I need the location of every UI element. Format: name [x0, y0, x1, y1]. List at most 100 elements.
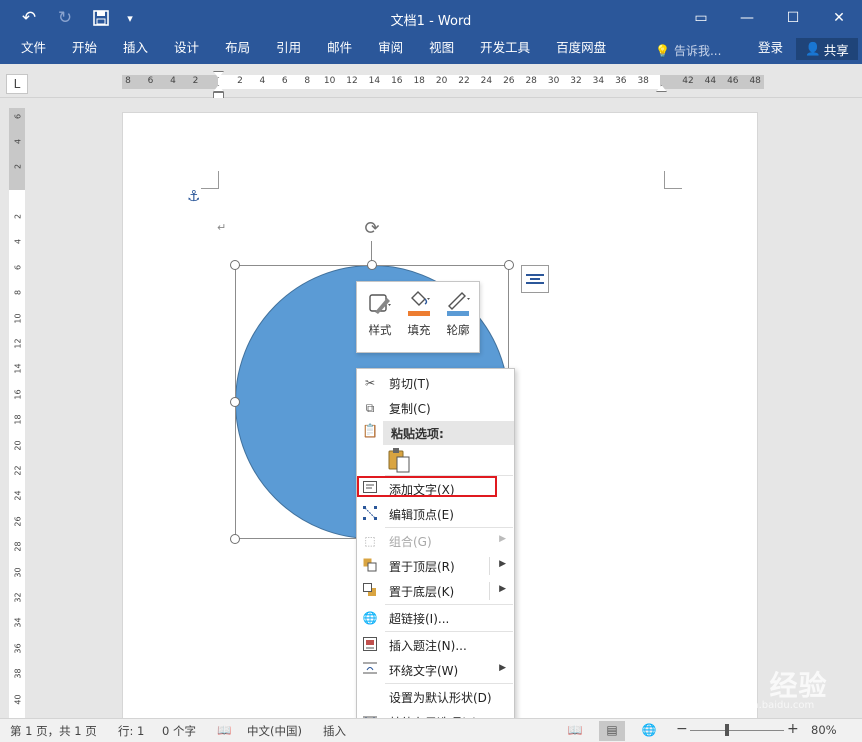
menu-item-bring-to-front[interactable]: 置于顶层(R) ▶ [357, 554, 514, 578]
zoom-in-button[interactable]: + [787, 721, 799, 737]
ruler-number: 34 [592, 76, 605, 86]
language[interactable]: 中文(中国) [247, 723, 302, 739]
paste-keep-formatting-icon[interactable] [387, 447, 411, 473]
ruler-number: 46 [727, 76, 739, 86]
redo-icon[interactable]: ↻ [50, 6, 80, 30]
zoom-slider-thumb[interactable] [724, 724, 729, 736]
minimize-icon[interactable]: — [724, 0, 770, 36]
maximize-icon[interactable]: ☐ [770, 0, 816, 36]
tab-6[interactable]: 邮件 [314, 36, 365, 64]
tab-4[interactable]: 布局 [212, 36, 263, 64]
ruler-number: 10 [13, 313, 23, 324]
tab-5[interactable]: 引用 [263, 36, 314, 64]
sign-in-link[interactable]: 登录 [758, 36, 783, 64]
ruler-number: 42 [682, 76, 694, 86]
shape-style-button[interactable]: 样式 [361, 288, 399, 346]
tab-9[interactable]: 开发工具 [467, 36, 543, 64]
ribbon-display-options-icon[interactable]: ▭ [678, 0, 724, 36]
layout-options-icon[interactable] [521, 265, 549, 293]
menu-item-label: 组合(G) [389, 535, 432, 549]
tab-3[interactable]: 设计 [161, 36, 212, 64]
shape-fill-button[interactable]: 填充 [400, 288, 438, 346]
tab-8[interactable]: 视图 [416, 36, 467, 64]
menu-item-send-to-back[interactable]: 置于底层(K) ▶ [357, 579, 514, 603]
menu-item-label: 置于顶层(R) [389, 560, 455, 574]
split-divider [489, 582, 490, 600]
zoom-level[interactable]: 80% [811, 723, 837, 737]
proofing-icon[interactable]: 📖 [217, 723, 231, 737]
word-count[interactable]: 0 个字 [162, 723, 196, 739]
ruler-number: 38 [637, 76, 649, 86]
resize-handle-top-right[interactable] [504, 260, 514, 270]
shape-style-icon [367, 290, 393, 316]
tab-7[interactable]: 审阅 [365, 36, 416, 64]
ruler-number: 2 [13, 163, 23, 170]
ruler-number: 18 [13, 414, 23, 425]
tab-10[interactable]: 百度网盘 [543, 36, 619, 64]
ruler-number: 20 [13, 440, 23, 451]
context-menu: ✂ 剪切(T) ⧉ 复制(C) 📋 粘贴选项: 添加文字(X) 编辑顶点(E) … [356, 368, 515, 742]
menu-item-hyperlink[interactable]: 🌐 超链接(I)... [357, 606, 514, 630]
menu-separator [385, 527, 513, 528]
save-icon[interactable] [86, 6, 116, 30]
group-icon: ⬚ [364, 534, 376, 548]
fill-bucket-icon [406, 290, 432, 316]
page-count[interactable]: 第 1 页，共 1 页 [10, 723, 97, 739]
customize-qat-icon[interactable]: ▾ [122, 6, 138, 30]
resize-handle-top-left[interactable] [230, 260, 240, 270]
ruler-number: 26 [503, 76, 515, 86]
person-icon: 👤 [805, 41, 821, 56]
menu-item-copy[interactable]: ⧉ 复制(C) [357, 396, 514, 420]
tab-selector[interactable]: L [6, 74, 28, 94]
resize-handle-top[interactable] [367, 260, 377, 270]
tab-1[interactable]: 开始 [59, 36, 110, 64]
zoom-out-button[interactable]: − [676, 721, 688, 737]
menu-item-insert-caption[interactable]: 插入题注(N)... [357, 633, 514, 657]
insert-mode[interactable]: 插入 [323, 723, 346, 739]
ruler-number: 6 [13, 264, 23, 270]
ruler-number: 8 [125, 76, 131, 86]
web-layout-icon[interactable]: 🌐 [636, 721, 662, 741]
ruler-number: 28 [13, 541, 23, 552]
ruler-number: 16 [391, 76, 403, 86]
menu-item-set-default-shape[interactable]: 设置为默认形状(D) [357, 685, 514, 709]
undo-icon[interactable]: ↶ [14, 6, 44, 30]
hyperlink-icon: 🌐 [362, 611, 378, 625]
tab-0[interactable]: 文件 [8, 36, 59, 64]
mini-toolbar: 样式 填充 轮廓 [356, 281, 480, 353]
ruler-number: 20 [435, 76, 448, 86]
menu-item-edit-points[interactable]: 编辑顶点(E) [357, 502, 514, 526]
menu-item-label: 复制(C) [389, 402, 431, 416]
rotate-handle-icon[interactable]: ⟳ [361, 219, 383, 241]
fill-label: 填充 [407, 323, 431, 337]
ruler-number: 14 [368, 76, 381, 86]
shape-outline-button[interactable]: 轮廓 [439, 288, 477, 346]
rotation-line [371, 241, 372, 261]
zoom-slider[interactable] [690, 730, 784, 731]
ruler-number: 12 [13, 338, 23, 349]
menu-item-wrap-text[interactable]: 环绕文字(W) ▶ [357, 658, 514, 682]
print-layout-icon[interactable]: ▤ [599, 721, 625, 741]
tab-2[interactable]: 插入 [110, 36, 161, 64]
ruler-number: 6 [13, 113, 23, 120]
ruler-number: 44 [704, 76, 717, 86]
submenu-arrow-icon[interactable]: ▶ [499, 584, 506, 594]
vertical-ruler[interactable]: 6 4 2 2 4 6 8 10 12 14 16 18 20 22 24 26 28 30 32 34 36 38 40 [9, 108, 25, 718]
close-icon[interactable]: ✕ [816, 0, 862, 36]
send-back-icon [362, 583, 378, 599]
ruler-number: 40 [13, 694, 23, 705]
read-mode-icon[interactable]: 📖 [562, 721, 588, 741]
ruler-number: 4 [13, 239, 23, 245]
highlight-box [357, 476, 497, 497]
tell-me-box[interactable]: 💡 告诉我... [655, 40, 721, 62]
horizontal-ruler[interactable]: 8 6 4 2 2 4 6 8 10 12 14 16 18 20 22 24 26 28 30 32 34 36 38 42… [122, 71, 764, 99]
resize-handle-left[interactable] [230, 397, 240, 407]
ruler-number: 38 [13, 668, 23, 679]
quick-access-toolbar: ↶ ↻ ▾ [14, 6, 138, 30]
menu-item-cut[interactable]: ✂ 剪切(T) [357, 371, 514, 395]
ruler-number: 14 [13, 363, 23, 374]
share-button[interactable]: 👤 共享 [796, 38, 858, 60]
submenu-arrow-icon[interactable]: ▶ [499, 559, 506, 569]
resize-handle-bottom-left[interactable] [230, 534, 240, 544]
menu-item-label: 超链接(I)... [389, 612, 450, 626]
